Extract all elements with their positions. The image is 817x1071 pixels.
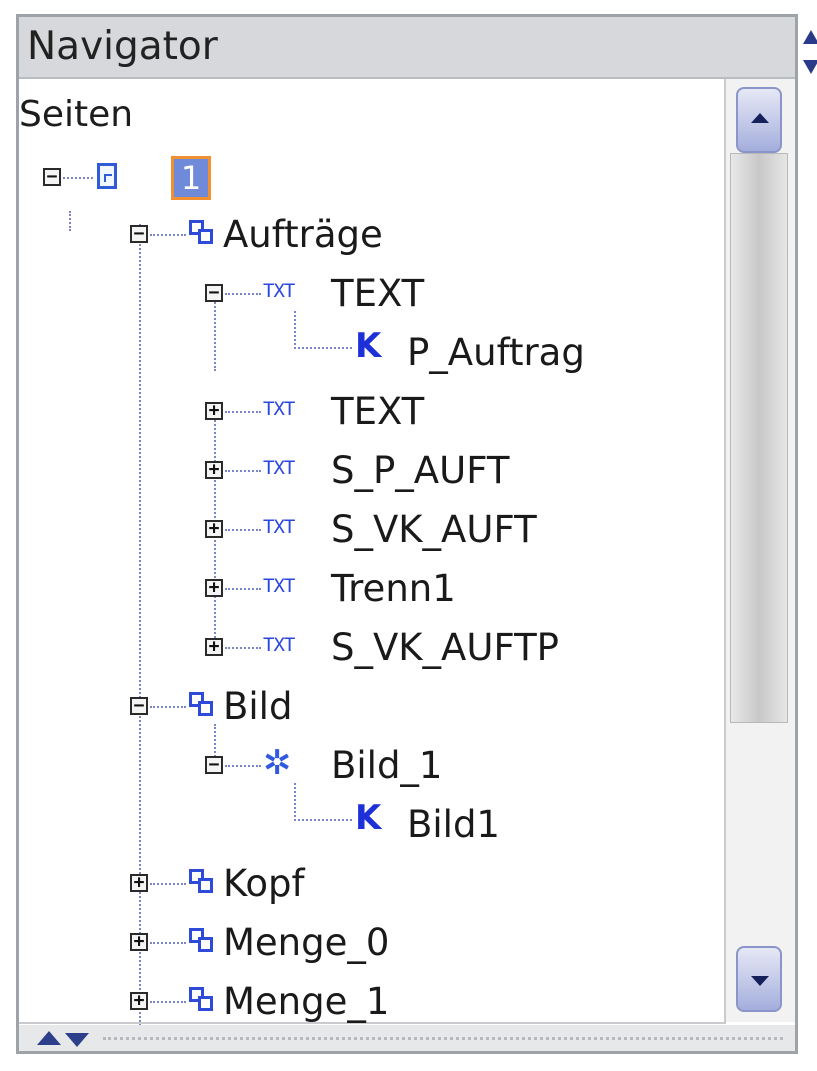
tree-item-label: 1 (180, 159, 202, 197)
collapse-toggle[interactable]: − (205, 756, 223, 774)
scrollbar-thumb[interactable] (730, 153, 788, 723)
tree-item-label: Bild1 (407, 803, 500, 846)
tree-item-label: S_VK_AUFTP (331, 626, 559, 669)
tree-item-page-1[interactable]: 1 (171, 156, 211, 200)
panel-titlebar: Navigator (19, 17, 795, 79)
group-icon (189, 869, 215, 895)
text-field-icon: TXT (263, 398, 295, 420)
group-icon (189, 220, 215, 246)
expand-toggle[interactable]: + (130, 992, 148, 1010)
tree-item-label: Menge_0 (223, 921, 390, 964)
arrow-down-icon[interactable] (65, 1033, 89, 1047)
page-icon (97, 163, 117, 189)
arrow-up-icon[interactable] (37, 1031, 61, 1045)
tree-item-label: Menge_1 (223, 980, 390, 1023)
tree-item-label: Bild (223, 685, 293, 728)
resize-grip[interactable] (103, 1037, 783, 1040)
expand-toggle[interactable]: + (205, 520, 223, 538)
expand-toggle[interactable]: + (205, 579, 223, 597)
text-field-icon: TXT (263, 280, 295, 302)
tree-item-label: Trenn1 (331, 567, 456, 610)
vertical-scrollbar[interactable] (726, 79, 795, 1022)
expand-toggle[interactable]: + (205, 638, 223, 656)
text-field-icon: TXT (263, 634, 295, 656)
expand-toggle[interactable]: + (130, 874, 148, 892)
tree-view[interactable]: Seiten − 1 − Aufträge − TXT TEXT K P_Auf… (19, 79, 726, 1050)
image-icon: ✲ (263, 743, 292, 783)
expand-toggle[interactable]: + (205, 402, 223, 420)
panel-bottom-bar (19, 1025, 795, 1051)
expand-toggle[interactable]: + (205, 461, 223, 479)
key-icon: K (355, 798, 382, 838)
tree-root-label: Seiten (19, 94, 134, 135)
panel-dock-arrows-icon[interactable] (803, 30, 817, 100)
expand-toggle[interactable]: + (130, 933, 148, 951)
group-icon (189, 692, 215, 718)
tree-item-label: TEXT (331, 390, 425, 433)
collapse-toggle[interactable]: − (130, 225, 148, 243)
collapse-toggle[interactable]: − (130, 697, 148, 715)
text-field-icon: TXT (263, 516, 295, 538)
collapse-toggle[interactable]: − (205, 284, 223, 302)
navigator-panel: Navigator Seiten − 1 − Aufträge − TXT TE… (0, 0, 817, 1071)
panel-title: Navigator (27, 24, 218, 69)
scroll-up-button[interactable] (736, 87, 782, 153)
group-icon (189, 987, 215, 1013)
tree-item-label: P_Auftrag (407, 331, 585, 374)
key-icon: K (355, 326, 382, 366)
collapse-toggle[interactable]: − (43, 168, 61, 186)
text-field-icon: TXT (263, 575, 295, 597)
tree-item-label: Kopf (223, 862, 305, 905)
tree-item-label: Aufträge (223, 213, 383, 256)
text-field-icon: TXT (263, 457, 295, 479)
tree-item-label: S_VK_AUFT (331, 508, 537, 551)
tree-item-label: S_P_AUFT (331, 449, 510, 492)
scroll-down-button[interactable] (736, 946, 782, 1012)
group-icon (189, 928, 215, 954)
